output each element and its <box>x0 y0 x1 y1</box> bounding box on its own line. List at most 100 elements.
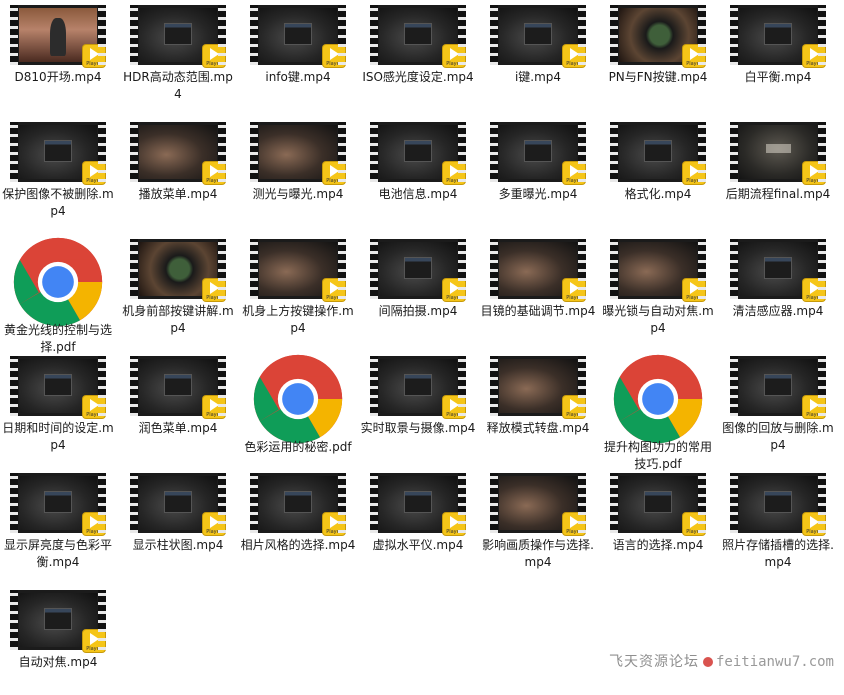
video-thumbnail-icon <box>490 5 586 67</box>
file-name-label: 显示柱状图.mp4 <box>132 538 224 552</box>
player-badge-icon <box>203 279 225 301</box>
file-item[interactable]: i键.mp4 <box>480 0 596 110</box>
file-item[interactable]: D810开场.mp4 <box>0 0 116 110</box>
player-badge-icon <box>683 513 705 535</box>
video-thumbnail-icon <box>490 239 586 301</box>
video-thumbnail-icon <box>130 239 226 301</box>
file-item[interactable]: 机身前部按键讲解.mp4 <box>120 234 236 344</box>
file-item[interactable]: 机身上方按键操作.mp4 <box>240 234 356 344</box>
player-badge-icon <box>803 45 825 67</box>
file-name-label: 色彩运用的秘密.pdf <box>244 440 352 454</box>
file-item[interactable]: 实时取景与摄像.mp4 <box>360 351 476 461</box>
video-thumbnail-icon <box>730 5 826 67</box>
file-name-label: ISO感光度设定.mp4 <box>362 70 474 84</box>
video-thumbnail-icon <box>250 239 346 301</box>
video-thumbnail-icon <box>370 473 466 535</box>
file-name-label: 自动对焦.mp4 <box>18 655 98 669</box>
file-item[interactable]: 日期和时间的设定.mp4 <box>0 351 116 461</box>
file-item[interactable]: 间隔拍摄.mp4 <box>360 234 476 344</box>
file-name-label: 目镜的基础调节.mp4 <box>480 304 596 318</box>
file-item[interactable]: 语言的选择.mp4 <box>600 468 716 578</box>
file-grid: D810开场.mp4 HDR高动态范围.mp4 info键.mp4 ISO感光度设定.… <box>0 0 844 685</box>
file-item[interactable]: info键.mp4 <box>240 0 356 110</box>
file-name-label: 间隔拍摄.mp4 <box>378 304 458 318</box>
file-item[interactable]: 显示屏亮度与色彩平衡.mp4 <box>0 468 116 578</box>
video-thumbnail-icon <box>130 473 226 535</box>
player-badge-icon <box>563 513 585 535</box>
video-thumbnail-icon <box>610 239 706 301</box>
video-thumbnail-icon <box>490 122 586 184</box>
video-thumbnail-icon <box>730 239 826 301</box>
player-badge-icon <box>443 396 465 418</box>
pdf-icon-wrapper <box>10 234 106 330</box>
file-name-label: 多重曝光.mp4 <box>498 187 578 201</box>
video-thumbnail-icon <box>610 5 706 67</box>
watermark: 飞天资源论坛 feitianwu7.com <box>609 651 834 671</box>
file-name-label: D810开场.mp4 <box>14 70 102 84</box>
player-badge-icon <box>563 279 585 301</box>
file-item[interactable]: 曝光锁与自动对焦.mp4 <box>600 234 716 344</box>
file-item[interactable]: 白平衡.mp4 <box>720 0 836 110</box>
file-item[interactable]: ISO感光度设定.mp4 <box>360 0 476 110</box>
file-item[interactable]: 多重曝光.mp4 <box>480 117 596 227</box>
file-item[interactable]: HDR高动态范围.mp4 <box>120 0 236 110</box>
player-badge-icon <box>563 45 585 67</box>
file-item[interactable]: 虚拟水平仪.mp4 <box>360 468 476 578</box>
file-item[interactable]: 格式化.mp4 <box>600 117 716 227</box>
file-item[interactable]: 后期流程final.mp4 <box>720 117 836 227</box>
file-item[interactable]: 图像的回放与删除.mp4 <box>720 351 836 461</box>
video-thumbnail-icon <box>610 122 706 184</box>
file-name-label: 曝光锁与自动对焦.mp4 <box>602 304 714 335</box>
player-badge-icon <box>203 396 225 418</box>
player-badge-icon <box>203 162 225 184</box>
file-name-label: 机身上方按键操作.mp4 <box>242 304 354 335</box>
file-item[interactable]: 显示柱状图.mp4 <box>120 468 236 578</box>
file-name-label: 影响画质操作与选择.mp4 <box>482 538 594 569</box>
file-name-label: 白平衡.mp4 <box>744 70 812 84</box>
file-item[interactable]: 清洁感应器.mp4 <box>720 234 836 344</box>
file-name-label: 电池信息.mp4 <box>378 187 458 201</box>
file-name-label: 释放模式转盘.mp4 <box>486 421 590 435</box>
video-thumbnail-icon <box>490 356 586 418</box>
file-item[interactable]: 相片风格的选择.mp4 <box>240 468 356 578</box>
video-thumbnail-icon <box>730 356 826 418</box>
player-badge-icon <box>443 513 465 535</box>
video-thumbnail-icon <box>370 239 466 301</box>
player-badge-icon <box>443 279 465 301</box>
file-name-label: 润色菜单.mp4 <box>138 421 218 435</box>
file-name-label: HDR高动态范围.mp4 <box>123 70 233 101</box>
file-item[interactable]: 播放菜单.mp4 <box>120 117 236 227</box>
player-badge-icon <box>323 162 345 184</box>
player-badge-icon <box>803 279 825 301</box>
player-badge-icon <box>83 513 105 535</box>
file-name-label: 语言的选择.mp4 <box>612 538 704 552</box>
file-name-label: PN与FN按键.mp4 <box>608 70 708 84</box>
file-item[interactable]: 目镜的基础调节.mp4 <box>480 234 596 344</box>
file-item[interactable]: PN与FN按键.mp4 <box>600 0 716 110</box>
file-item[interactable]: 照片存储插槽的选择.mp4 <box>720 468 836 578</box>
file-item[interactable]: 黄金光线的控制与选择.pdf <box>0 234 116 354</box>
file-item[interactable]: 影响画质操作与选择.mp4 <box>480 468 596 578</box>
video-thumbnail-icon <box>250 473 346 535</box>
pdf-icon-wrapper <box>610 351 706 447</box>
file-item[interactable]: 自动对焦.mp4 <box>0 585 116 695</box>
player-badge-icon <box>803 396 825 418</box>
video-thumbnail-icon <box>10 356 106 418</box>
file-name-label: 后期流程final.mp4 <box>725 187 831 201</box>
file-name-label: 清洁感应器.mp4 <box>732 304 824 318</box>
file-item[interactable]: 释放模式转盘.mp4 <box>480 351 596 461</box>
video-thumbnail-icon <box>730 122 826 184</box>
file-item[interactable]: 电池信息.mp4 <box>360 117 476 227</box>
watermark-logo-icon <box>702 657 713 667</box>
file-name-label: 图像的回放与删除.mp4 <box>722 421 834 452</box>
file-name-label: 照片存储插槽的选择.mp4 <box>722 538 834 569</box>
file-item[interactable]: 润色菜单.mp4 <box>120 351 236 461</box>
file-item[interactable]: 色彩运用的秘密.pdf <box>240 351 356 461</box>
pdf-icon-wrapper <box>250 351 346 447</box>
file-item[interactable]: 提升构图功力的常用技巧.pdf <box>600 351 716 471</box>
player-badge-icon <box>563 162 585 184</box>
file-item[interactable]: 保护图像不被删除.mp4 <box>0 117 116 227</box>
file-item[interactable]: 测光与曝光.mp4 <box>240 117 356 227</box>
file-name-label: i键.mp4 <box>514 70 562 84</box>
player-badge-icon <box>323 45 345 67</box>
